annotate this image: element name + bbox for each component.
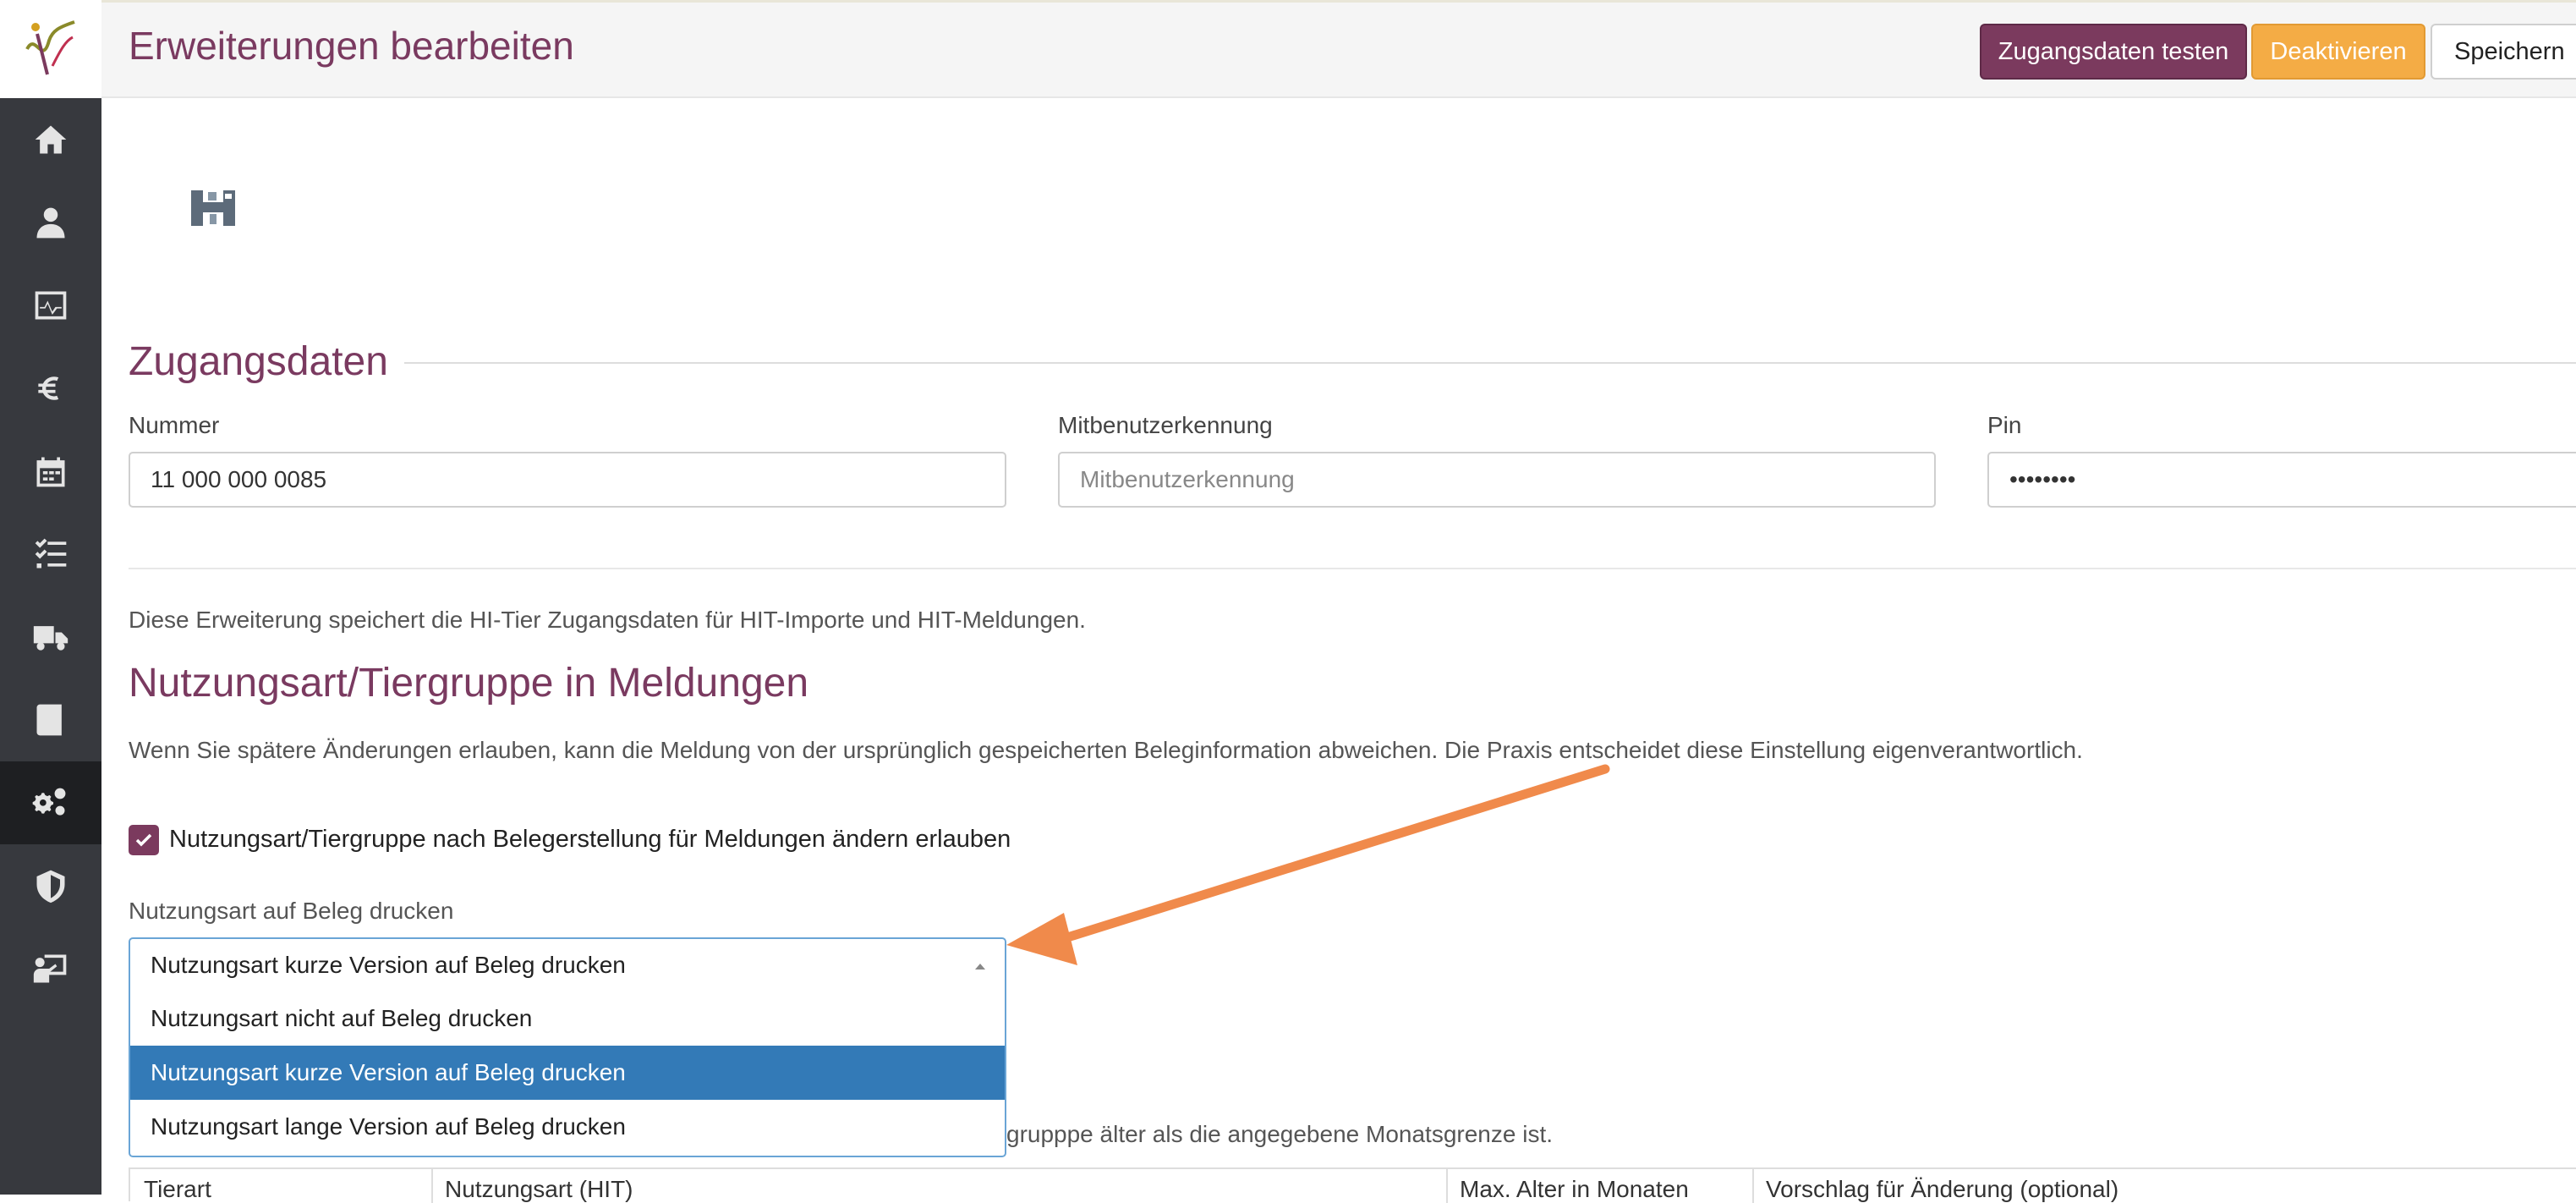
option-short-version[interactable]: Nutzungsart kurze Version auf Beleg druc… bbox=[130, 1046, 1005, 1100]
sidebar-item-settings[interactable] bbox=[0, 761, 101, 844]
sidebar-item-patients[interactable] bbox=[0, 181, 101, 264]
sidebar-item-home[interactable] bbox=[0, 98, 101, 181]
usage-heading: Nutzungsart/Tiergruppe in Meldungen bbox=[129, 661, 809, 706]
calendar-icon bbox=[36, 457, 65, 487]
th-animal: Tierart bbox=[144, 1176, 211, 1202]
credentials-heading-rule bbox=[404, 362, 2576, 364]
annotation-arrow bbox=[1006, 764, 1610, 965]
deactivate-button[interactable]: Deaktivieren bbox=[2251, 24, 2425, 80]
sidebar-item-monitor[interactable] bbox=[0, 264, 101, 347]
test-credentials-button[interactable]: Zugangsdaten testen bbox=[1980, 24, 2247, 80]
allow-change-checkbox[interactable] bbox=[129, 825, 159, 855]
th-separator bbox=[1752, 1169, 1754, 1203]
sidebar-item-delivery[interactable] bbox=[0, 596, 101, 678]
usage-table-header: Tierart Nutzungsart (HIT) Max. Alter in … bbox=[129, 1167, 2576, 1203]
sidebar-item-calendar[interactable] bbox=[0, 430, 101, 513]
truck-icon bbox=[33, 626, 69, 651]
co-user-label: Mitbenutzerkennung bbox=[1058, 412, 1273, 438]
monitor-chart-icon bbox=[35, 291, 67, 320]
checkmark-icon bbox=[135, 833, 152, 847]
checklist-icon bbox=[35, 538, 67, 569]
home-icon bbox=[35, 125, 67, 154]
option-not-print[interactable]: Nutzungsart nicht auf Beleg drucken bbox=[130, 992, 1005, 1046]
shield-icon bbox=[36, 870, 65, 904]
option-long-version[interactable]: Nutzungsart lange Version auf Beleg druc… bbox=[130, 1100, 1005, 1154]
hit-extension-logo bbox=[191, 190, 235, 226]
logo-icon bbox=[25, 20, 75, 75]
app-logo[interactable] bbox=[0, 0, 101, 98]
sidebar-item-book[interactable] bbox=[0, 678, 101, 761]
page-title: Erweiterungen bearbeiten bbox=[129, 24, 574, 68]
credentials-heading: Zugangsdaten bbox=[129, 339, 388, 384]
number-label: Nummer bbox=[129, 412, 220, 438]
partial-text: grupppe älter als die angegebene Monatsg… bbox=[1006, 1121, 1553, 1147]
page-header: Erweiterungen bearbeiten Zugangsdaten te… bbox=[101, 0, 2576, 98]
caret-up-icon bbox=[975, 964, 985, 970]
allow-change-label[interactable]: Nutzungsart/Tiergruppe nach Belegerstell… bbox=[169, 826, 1011, 854]
doctor-icon bbox=[36, 207, 65, 239]
print-label: Nutzungsart auf Beleg drucken bbox=[129, 898, 454, 924]
save-button[interactable]: Speichern bbox=[2431, 24, 2576, 80]
sidebar bbox=[0, 0, 101, 1195]
info-text: Diese Erweiterung speichert die HI-Tier … bbox=[129, 607, 1086, 633]
section-divider bbox=[129, 568, 2576, 569]
sidebar-item-security[interactable] bbox=[0, 844, 101, 927]
print-usage-select-value: Nutzungsart kurze Version auf Beleg druc… bbox=[151, 952, 626, 978]
sidebar-item-tasks[interactable] bbox=[0, 513, 101, 596]
pin-input[interactable] bbox=[1987, 452, 2576, 508]
sidebar-item-finance[interactable] bbox=[0, 347, 101, 430]
th-max-age: Max. Alter in Monaten bbox=[1460, 1176, 1689, 1202]
co-user-input[interactable] bbox=[1058, 452, 1936, 508]
sidebar-item-training[interactable] bbox=[0, 927, 101, 1010]
gears-icon bbox=[32, 788, 66, 816]
th-suggestion: Vorschlag für Änderung (optional) bbox=[1766, 1176, 2119, 1202]
pin-label: Pin bbox=[1987, 412, 2022, 438]
print-usage-dropdown: Nutzungsart nicht auf Beleg drucken Nutz… bbox=[129, 992, 1006, 1157]
th-usage: Nutzungsart (HIT) bbox=[445, 1176, 633, 1202]
presentation-icon bbox=[33, 954, 67, 983]
print-usage-select[interactable]: Nutzungsart kurze Version auf Beleg druc… bbox=[129, 937, 1006, 993]
euro-icon bbox=[38, 376, 59, 400]
number-input[interactable] bbox=[129, 452, 1006, 508]
th-separator bbox=[431, 1169, 433, 1203]
th-separator bbox=[1446, 1169, 1448, 1203]
book-icon bbox=[36, 704, 62, 736]
